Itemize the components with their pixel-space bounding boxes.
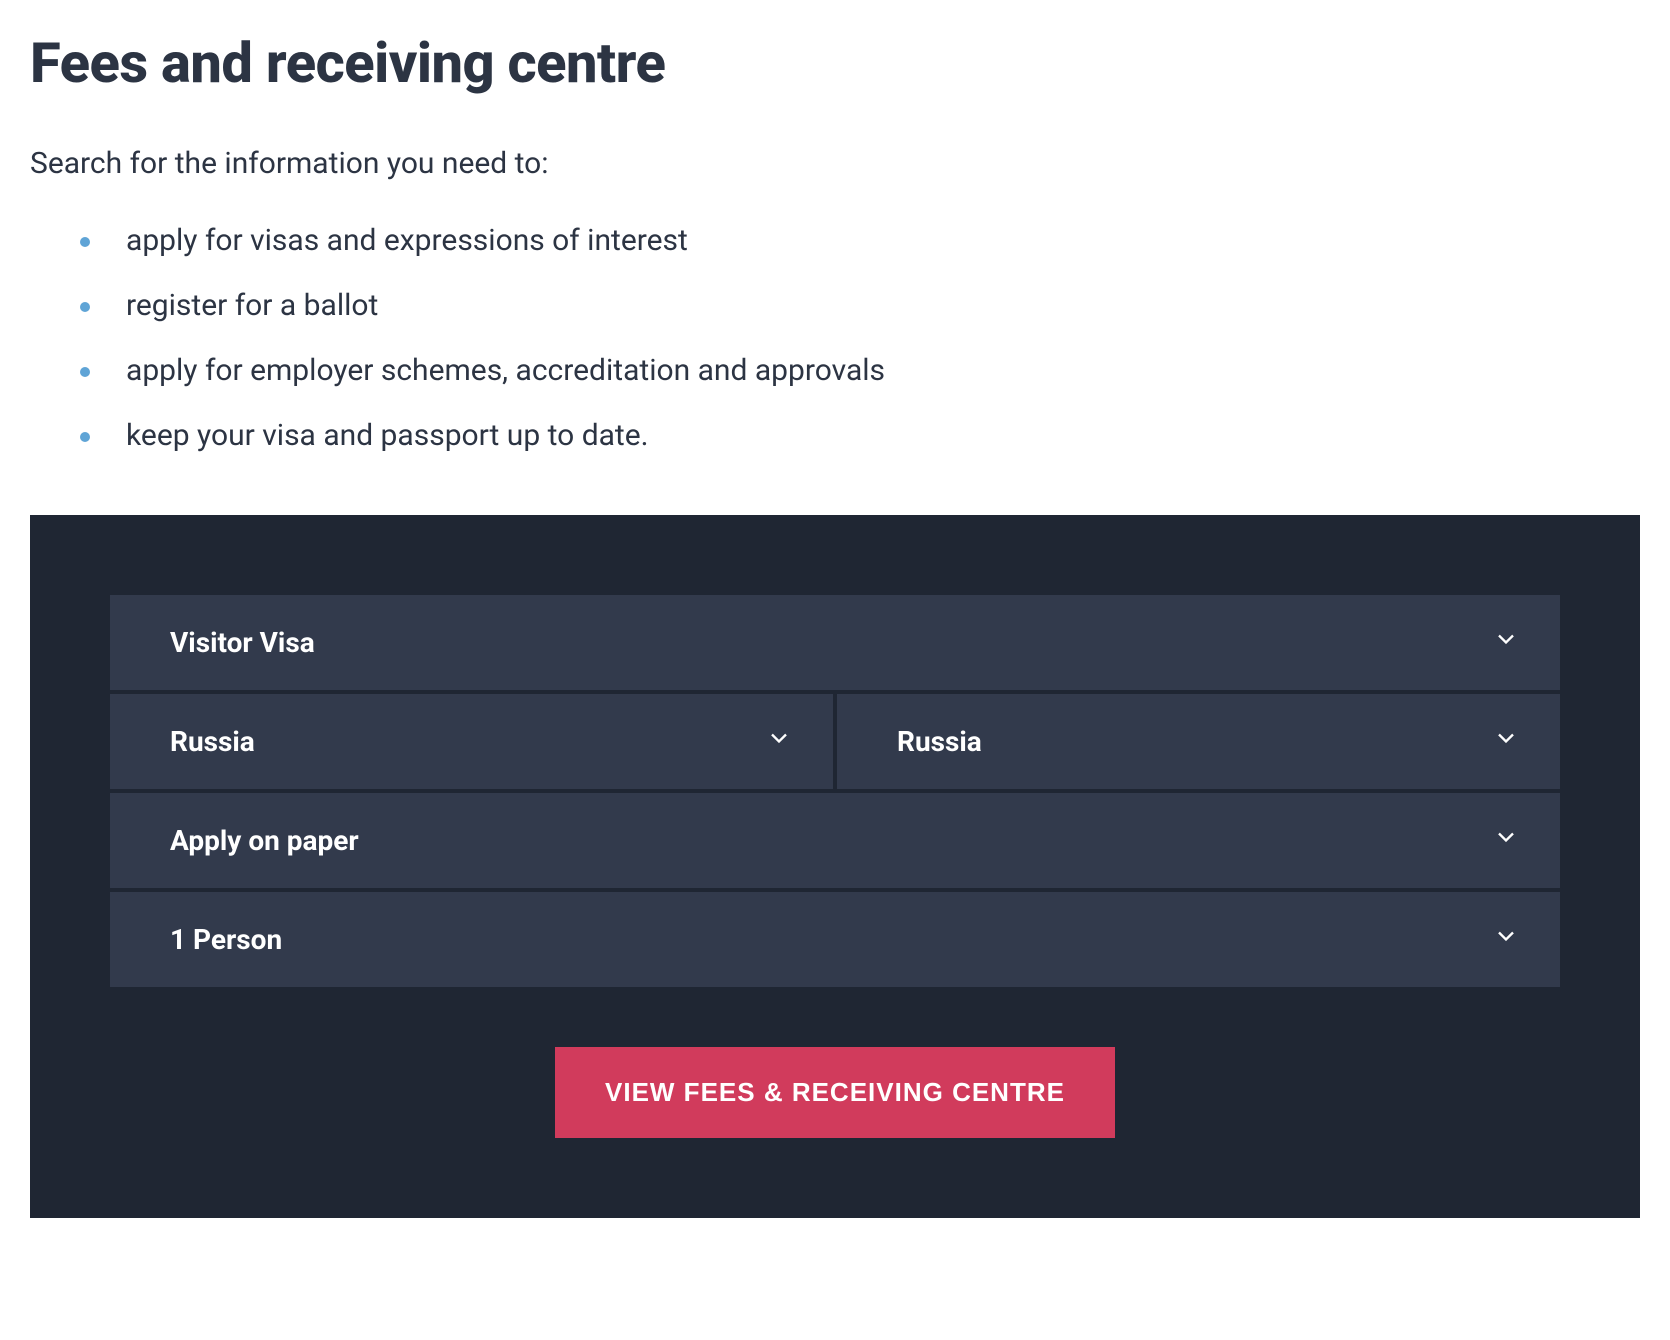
visa-type-select[interactable]: Visitor Visa bbox=[110, 595, 1560, 690]
apply-method-value: Apply on paper bbox=[170, 824, 359, 857]
chevron-down-icon bbox=[765, 724, 793, 759]
country-b-select[interactable]: Russia bbox=[837, 694, 1560, 789]
persons-select[interactable]: 1 Person bbox=[110, 892, 1560, 987]
list-item: apply for employer schemes, accreditatio… bbox=[80, 351, 1640, 390]
country-a-value: Russia bbox=[170, 725, 255, 758]
page-heading: Fees and receiving centre bbox=[30, 30, 1640, 96]
search-panel: Visitor Visa Russia Russia bbox=[30, 515, 1640, 1218]
chevron-down-icon bbox=[1492, 625, 1520, 660]
list-item: keep your visa and passport up to date. bbox=[80, 416, 1640, 455]
country-a-select[interactable]: Russia bbox=[110, 694, 833, 789]
intro-text: Search for the information you need to: bbox=[30, 146, 1640, 181]
chevron-down-icon bbox=[1492, 724, 1520, 759]
apply-method-select[interactable]: Apply on paper bbox=[110, 793, 1560, 888]
view-fees-button[interactable]: VIEW FEES & RECEIVING CENTRE bbox=[555, 1047, 1115, 1138]
list-item: register for a ballot bbox=[80, 286, 1640, 325]
visa-type-value: Visitor Visa bbox=[170, 626, 315, 659]
country-b-value: Russia bbox=[897, 725, 982, 758]
chevron-down-icon bbox=[1492, 922, 1520, 957]
chevron-down-icon bbox=[1492, 823, 1520, 858]
bullet-list: apply for visas and expressions of inter… bbox=[30, 221, 1640, 455]
list-item: apply for visas and expressions of inter… bbox=[80, 221, 1640, 260]
persons-value: 1 Person bbox=[170, 923, 282, 956]
